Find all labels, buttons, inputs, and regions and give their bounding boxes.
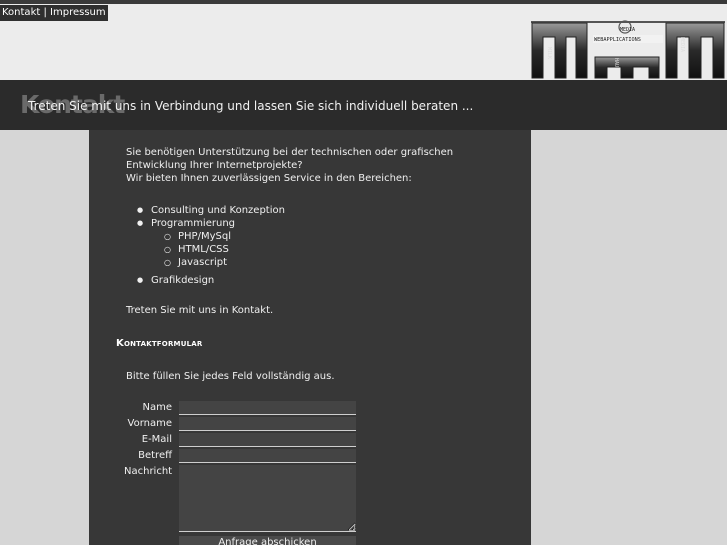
service-item: Programmierung PHP/MySql HTML/CSS Javasc… xyxy=(137,217,285,269)
service-subitem: Javascript xyxy=(164,256,285,269)
logo-text-right: MEDIA xyxy=(679,37,685,52)
intro-line: Wir bieten Ihnen zuverlässigen Service i… xyxy=(126,173,412,184)
submit-button[interactable]: Anfrage abschicken xyxy=(179,536,356,545)
service-subitem: PHP/MySql xyxy=(164,230,285,243)
email-field[interactable] xyxy=(179,433,356,447)
logo-text-left: MILK xyxy=(546,47,552,59)
email-label: E-Mail xyxy=(141,434,172,445)
nav-link-impressum[interactable]: Impressum xyxy=(50,7,106,18)
logo-text-mid: WEBAPPLICATIONS xyxy=(594,37,641,43)
nav-separator: | xyxy=(43,7,47,18)
services-list: Consulting und Konzeption Programmierung… xyxy=(137,204,285,287)
name-label: Name xyxy=(142,402,172,413)
intro-line: Entwicklung Ihrer Internetprojekte? xyxy=(126,160,303,171)
vorname-field[interactable] xyxy=(179,417,356,431)
intro-text: Sie benötigen Unterstützung bei der tech… xyxy=(126,146,486,185)
top-nav: Kontakt | Impressum xyxy=(0,5,108,21)
logo-text-bottom: HAU xyxy=(613,58,619,67)
form-title: Kontaktformular xyxy=(116,338,203,349)
resize-handle[interactable] xyxy=(349,525,355,531)
logo-text-top: MEDIA xyxy=(620,27,635,33)
logo[interactable]: MEDIA WEBAPPLICATIONS MILK HAU MEDIA xyxy=(531,17,725,79)
form-hint: Bitte füllen Sie jedes Feld vollständig … xyxy=(126,371,335,382)
banner-tagline: Treten Sie mit uns in Verbindung und las… xyxy=(28,99,474,113)
service-item: Grafikdesign xyxy=(137,274,285,287)
betreff-label: Betreff xyxy=(138,450,172,461)
name-field[interactable] xyxy=(179,401,356,415)
contact-line: Treten Sie mit uns in Kontakt. xyxy=(126,305,274,316)
service-sublist: PHP/MySql HTML/CSS Javascript xyxy=(164,230,285,269)
nachricht-label: Nachricht xyxy=(124,466,173,477)
service-item: Consulting und Konzeption xyxy=(137,204,285,217)
intro-line: Sie benötigen Unterstützung bei der tech… xyxy=(126,147,454,158)
nav-link-kontakt[interactable]: Kontakt xyxy=(2,7,40,18)
service-item-label: Programmierung xyxy=(151,218,235,229)
nachricht-textarea[interactable] xyxy=(179,465,356,532)
betreff-field[interactable] xyxy=(179,449,356,463)
vorname-label: Vorname xyxy=(127,418,172,429)
service-subitem: HTML/CSS xyxy=(164,243,285,256)
